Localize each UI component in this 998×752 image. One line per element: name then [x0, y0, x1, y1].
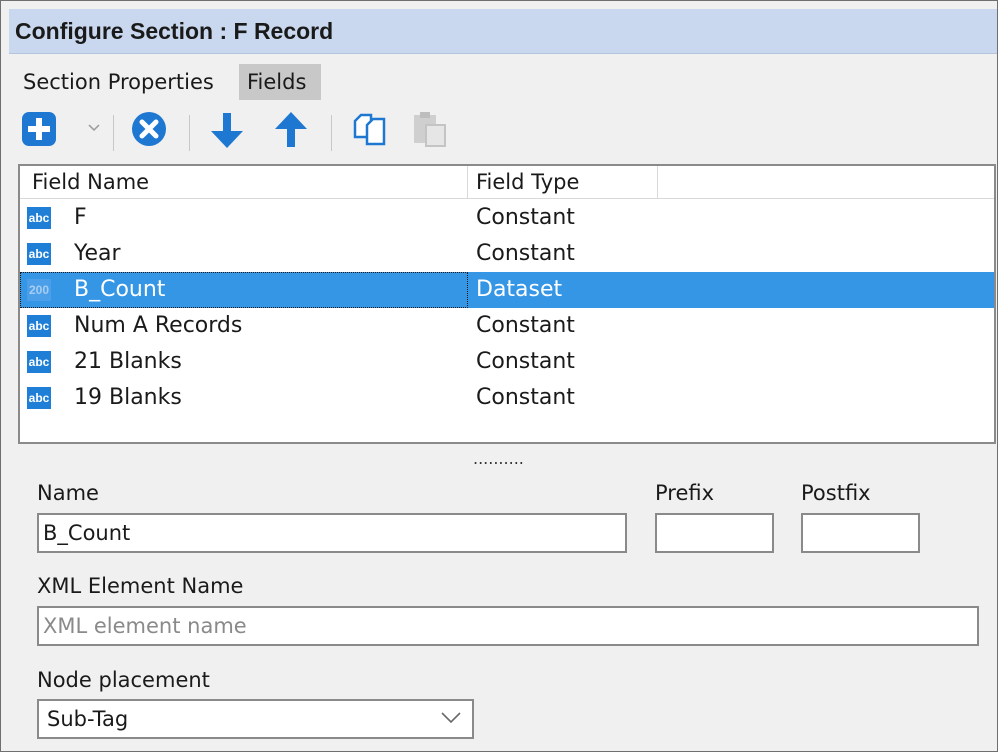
- node-placement-label: Node placement: [37, 668, 210, 692]
- field-type-cell: Constant: [476, 241, 575, 266]
- field-name-cell: 19 Blanks: [74, 385, 182, 410]
- fields-grid: Field Name Field Type abc F Constant abc…: [18, 164, 996, 444]
- splitter-handle[interactable]: ..........: [473, 449, 524, 468]
- grid-header: Field Name Field Type: [20, 166, 994, 199]
- field-type-cell: Constant: [476, 385, 575, 410]
- table-row[interactable]: abc Num A Records Constant: [20, 308, 994, 344]
- numeric-field-icon: 200: [27, 279, 51, 301]
- xml-element-name-label: XML Element Name: [37, 574, 244, 598]
- dropdown-arrow-icon[interactable]: [87, 123, 101, 133]
- field-name-cell: F: [74, 205, 87, 230]
- field-type-cell: Constant: [476, 349, 575, 374]
- text-field-icon: abc: [27, 351, 51, 373]
- tab-strip: Section Properties Fields: [9, 54, 997, 100]
- table-row-selected[interactable]: 200 B_Count Dataset: [20, 272, 994, 308]
- table-row[interactable]: abc 19 Blanks Constant: [20, 380, 994, 416]
- copy-icon[interactable]: [351, 111, 389, 149]
- table-row[interactable]: abc 21 Blanks Constant: [20, 344, 994, 380]
- field-name-cell: Year: [74, 241, 121, 266]
- prefix-label: Prefix: [655, 481, 715, 505]
- column-header-field-name[interactable]: Field Name: [20, 166, 468, 198]
- toolbar-separator: [113, 115, 114, 151]
- fields-toolbar: [19, 101, 997, 163]
- column-header-field-type[interactable]: Field Type: [468, 166, 658, 198]
- field-name-cell: B_Count: [74, 277, 166, 302]
- move-up-icon[interactable]: [273, 111, 309, 149]
- text-field-icon: abc: [27, 387, 51, 409]
- table-row[interactable]: abc F Constant: [20, 200, 994, 236]
- postfix-label: Postfix: [801, 481, 871, 505]
- text-field-icon: abc: [27, 243, 51, 265]
- text-field-icon: abc: [27, 315, 51, 337]
- toolbar-separator: [189, 115, 190, 151]
- window-content: Configure Section : F Record Section Pro…: [9, 9, 997, 751]
- xml-element-name-input[interactable]: [37, 606, 979, 646]
- name-input[interactable]: [37, 513, 627, 553]
- tab-fields[interactable]: Fields: [239, 64, 321, 100]
- node-placement-value: Sub-Tag: [47, 707, 129, 731]
- prefix-input[interactable]: [655, 513, 774, 553]
- window-title: Configure Section : F Record: [15, 18, 334, 44]
- node-placement-select[interactable]: Sub-Tag: [37, 699, 474, 739]
- delete-icon[interactable]: [131, 111, 167, 147]
- chevron-down-icon: [441, 712, 461, 724]
- text-field-icon: abc: [27, 207, 51, 229]
- move-down-icon[interactable]: [209, 111, 245, 149]
- field-type-cell: Constant: [476, 313, 575, 338]
- add-icon[interactable]: [21, 111, 57, 147]
- toolbar-separator: [331, 115, 332, 151]
- paste-icon[interactable]: [411, 111, 449, 149]
- field-name-cell: Num A Records: [74, 313, 243, 338]
- name-label: Name: [37, 481, 99, 505]
- tab-section-properties[interactable]: Section Properties: [15, 64, 239, 100]
- table-row[interactable]: abc Year Constant: [20, 236, 994, 272]
- field-name-cell: 21 Blanks: [74, 349, 182, 374]
- configure-section-window: Configure Section : F Record Section Pro…: [0, 0, 998, 752]
- title-bar: Configure Section : F Record: [9, 9, 997, 54]
- field-type-cell: Constant: [476, 205, 575, 230]
- field-type-cell: Dataset: [476, 277, 563, 302]
- postfix-input[interactable]: [801, 513, 920, 553]
